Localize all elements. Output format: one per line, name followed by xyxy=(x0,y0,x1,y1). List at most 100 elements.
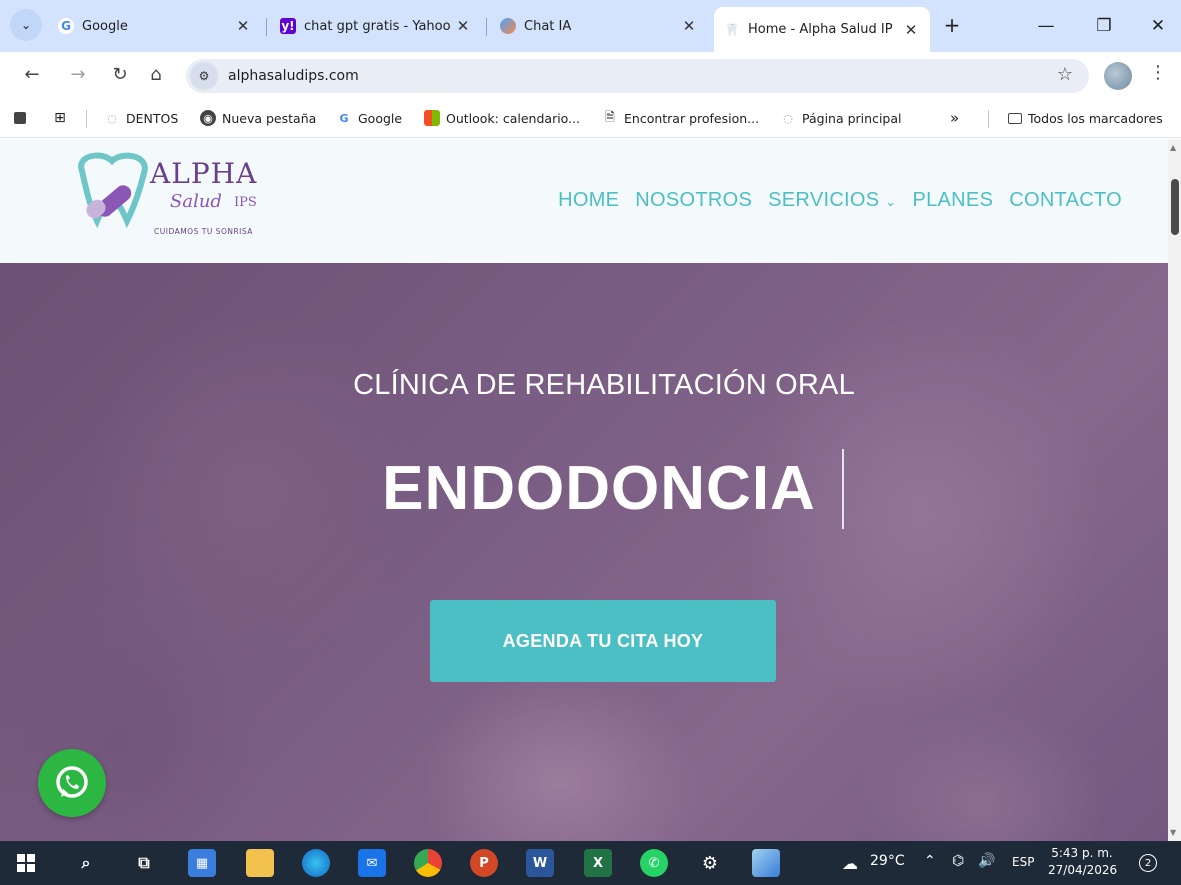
new-tab-button[interactable]: + xyxy=(938,12,966,40)
scrollbar-thumb[interactable] xyxy=(1171,179,1179,235)
tab-title: chat gpt gratis - Yahoo xyxy=(304,18,451,34)
bookmark-label: Outlook: calendario... xyxy=(446,110,581,126)
tab-alpha-salud[interactable]: 🦷 Home - Alpha Salud IP ✕ xyxy=(714,7,930,52)
word-icon[interactable]: W xyxy=(526,849,554,877)
clock-time: 5:43 p. m. xyxy=(1051,846,1113,860)
bookmark-google[interactable]: G Google xyxy=(336,108,402,128)
settings-gear-icon[interactable]: ⚙ xyxy=(696,849,724,877)
notification-count: 2 xyxy=(1139,854,1157,872)
hero-subtitle: CLÍNICA DE REHABILITACIÓN ORAL xyxy=(353,369,855,401)
hero-image-overlay xyxy=(0,263,1168,841)
browser-tab-strip: ⌄ G Google ✕ y! chat gpt gratis - Yahoo … xyxy=(0,0,1181,52)
mail-icon[interactable]: ✉ xyxy=(358,849,386,877)
bookmark-outlook[interactable]: Outlook: calendario... xyxy=(424,108,580,128)
whatsapp-float-button[interactable] xyxy=(38,749,106,817)
edge-icon[interactable] xyxy=(302,849,330,877)
network-icon[interactable]: ⌬ xyxy=(952,853,964,869)
tab-divider xyxy=(266,18,267,36)
nav-home[interactable]: HOME xyxy=(558,189,619,212)
hero-title: ENDODONCIA xyxy=(382,454,816,523)
file-explorer-icon[interactable] xyxy=(246,849,274,877)
tab-chat-ia[interactable]: Chat IA ✕ xyxy=(490,8,708,44)
weather-icon[interactable]: ☁ xyxy=(836,849,864,877)
nav-servicios[interactable]: SERVICIOS ⌄ xyxy=(768,189,896,212)
notepad-icon[interactable] xyxy=(752,849,780,877)
close-icon[interactable]: ✕ xyxy=(680,17,698,35)
volume-icon[interactable]: 🔊 xyxy=(978,853,995,869)
site-info-icon[interactable]: ⚙ xyxy=(190,62,218,90)
close-icon[interactable]: ✕ xyxy=(234,17,252,35)
page-scrollbar[interactable]: ▲ ▼ xyxy=(1168,139,1181,841)
tooth-logo-icon xyxy=(78,152,148,229)
windows-start-icon[interactable] xyxy=(12,849,40,877)
notifications-icon[interactable]: 2 xyxy=(1136,851,1160,875)
excel-icon[interactable]: X xyxy=(584,849,612,877)
google-icon: G xyxy=(58,18,74,34)
powerpoint-icon[interactable]: P xyxy=(470,849,498,877)
bookmark-nueva-pestana[interactable]: ◉ Nueva pestaña xyxy=(200,108,316,128)
logo-word-ips: IPS xyxy=(234,195,257,210)
reload-button[interactable]: ↻ xyxy=(106,61,134,89)
all-bookmarks-button[interactable]: Todos los marcadores xyxy=(1008,108,1163,128)
bookmark-dentos[interactable]: ◌ DENTOS xyxy=(104,108,178,128)
bookmark-label: Nueva pestaña xyxy=(222,110,317,126)
nav-nosotros[interactable]: NOSOTROS xyxy=(635,189,752,212)
url-text[interactable]: alphasaludips.com xyxy=(228,68,359,84)
nav-contacto[interactable]: CONTACTO xyxy=(1009,189,1122,212)
bookmark-divider xyxy=(86,110,87,128)
scroll-up-icon[interactable]: ▲ xyxy=(1170,143,1176,152)
bookmark-pagina-principal[interactable]: ◌ Página principal xyxy=(780,108,901,128)
window-close-button[interactable]: ✕ xyxy=(1138,12,1178,40)
minimize-button[interactable]: — xyxy=(1026,12,1066,40)
tab-google[interactable]: G Google ✕ xyxy=(48,8,262,44)
store-icon[interactable]: ▦ xyxy=(188,849,216,877)
book-appointment-button[interactable]: AGENDA TU CITA HOY xyxy=(430,600,776,682)
bookmark-divider xyxy=(988,110,989,128)
nav-servicios-label: SERVICIOS xyxy=(768,189,880,211)
logo-tagline: CUIDAMOS TU SONRISA xyxy=(154,227,253,236)
address-bar[interactable]: ⚙ alphasaludips.com ☆ xyxy=(186,59,1089,93)
language-indicator[interactable]: ESP xyxy=(1012,855,1034,869)
bookmarks-overflow-button[interactable]: » xyxy=(950,108,959,128)
task-view-icon[interactable]: ⧉ xyxy=(130,849,158,877)
menu-kebab-icon[interactable]: ⋮ xyxy=(1148,62,1168,83)
profile-avatar[interactable] xyxy=(1104,62,1132,90)
tab-divider xyxy=(486,18,487,36)
bookmark-star-icon[interactable]: ☆ xyxy=(1057,64,1073,85)
back-button[interactable]: ← xyxy=(18,61,46,89)
chevron-up-icon[interactable]: ⌃ xyxy=(924,853,936,869)
bookmark-encontrar[interactable]: 🗎 Encontrar profesion... xyxy=(602,108,759,128)
site-logo[interactable]: ALPHA Salud IPS CUIDAMOS TU SONRISA xyxy=(72,147,282,237)
close-icon[interactable]: ✕ xyxy=(454,17,472,35)
home-button[interactable]: ⌂ xyxy=(142,61,170,89)
document-icon: 🗎 xyxy=(605,109,615,124)
apps-grid-icon[interactable]: ⊞ xyxy=(52,108,74,128)
chat-ia-icon xyxy=(500,18,516,34)
grid-icon: ⊞ xyxy=(54,110,66,126)
microsoft-icon xyxy=(424,110,440,126)
search-icon[interactable]: ⌕ xyxy=(72,849,100,877)
globe-icon: ◌ xyxy=(107,111,117,125)
google-icon: G xyxy=(339,111,349,125)
scroll-down-icon[interactable]: ▼ xyxy=(1170,828,1176,837)
forward-button[interactable]: → xyxy=(64,61,92,89)
restore-button[interactable]: ❐ xyxy=(1084,12,1124,40)
arrow-left-icon: ← xyxy=(24,64,40,85)
typing-cursor xyxy=(842,449,844,529)
bookmark-label: Todos los marcadores xyxy=(1028,110,1163,126)
reload-icon: ↻ xyxy=(112,64,128,85)
arrow-right-icon: → xyxy=(70,64,86,85)
whatsapp-icon[interactable]: ✆ xyxy=(640,849,668,877)
close-icon[interactable]: ✕ xyxy=(902,21,920,39)
bookmark-label: Encontrar profesion... xyxy=(624,110,760,126)
chrome-icon: ◉ xyxy=(200,110,216,126)
nav-planes[interactable]: PLANES xyxy=(912,189,993,212)
weather-temp[interactable]: 29°C xyxy=(870,853,905,869)
square-icon xyxy=(14,112,26,124)
side-panel-icon[interactable] xyxy=(14,108,32,128)
tab-yahoo[interactable]: y! chat gpt gratis - Yahoo ✕ xyxy=(270,8,482,44)
chrome-icon[interactable] xyxy=(414,849,442,877)
clock[interactable]: 5:43 p. m. 27/04/2026 xyxy=(1048,845,1117,879)
tab-search-button[interactable]: ⌄ xyxy=(10,9,42,41)
yahoo-icon: y! xyxy=(280,18,296,34)
